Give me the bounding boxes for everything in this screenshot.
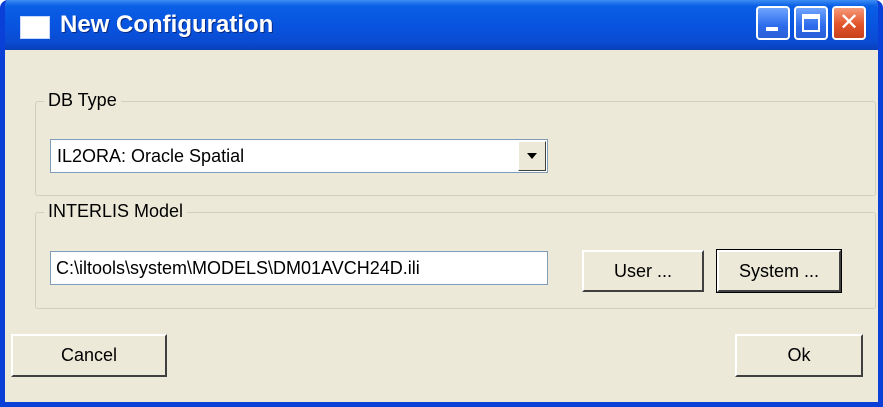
db-type-selected-value: IL2ORA: Oracle Spatial bbox=[57, 146, 245, 166]
maximize-button[interactable] bbox=[794, 6, 828, 40]
ok-button[interactable]: Ok bbox=[735, 334, 863, 377]
cancel-button[interactable]: Cancel bbox=[11, 334, 167, 377]
window-title: New Configuration bbox=[60, 11, 274, 38]
user-button[interactable]: User ... bbox=[582, 250, 704, 292]
minimize-icon bbox=[766, 27, 778, 31]
db-type-dropdown-button[interactable] bbox=[518, 141, 546, 171]
window-app-icon bbox=[20, 16, 50, 39]
system-button[interactable]: System ... bbox=[716, 249, 842, 293]
model-path-input[interactable] bbox=[50, 251, 548, 285]
close-icon: ✕ bbox=[838, 9, 860, 36]
minimize-button[interactable] bbox=[756, 6, 790, 40]
title-bar[interactable]: New Configuration ✕ bbox=[5, 0, 878, 50]
db-type-legend: DB Type bbox=[44, 90, 121, 111]
chevron-down-icon bbox=[527, 153, 537, 159]
db-type-select[interactable]: IL2ORA: Oracle Spatial bbox=[50, 139, 548, 173]
maximize-icon bbox=[802, 14, 820, 32]
close-button[interactable]: ✕ bbox=[832, 6, 866, 40]
interlis-model-legend: INTERLIS Model bbox=[44, 201, 188, 222]
dialog-window: New Configuration ✕ DB Type IL2ORA: Orac… bbox=[0, 0, 883, 407]
